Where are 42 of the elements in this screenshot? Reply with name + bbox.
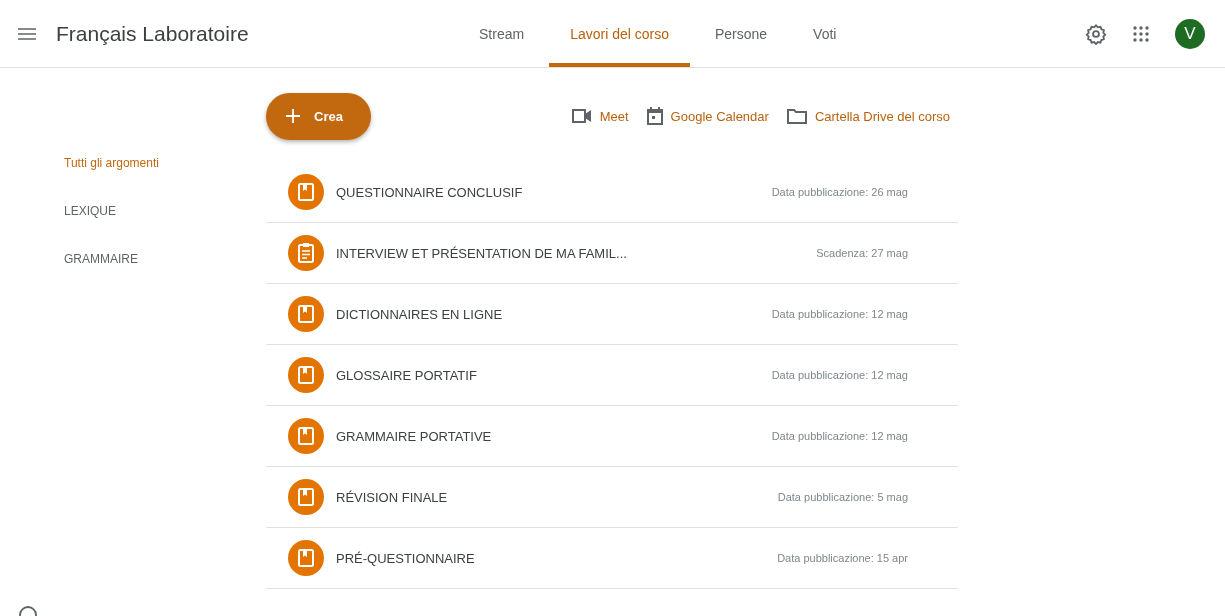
book-icon xyxy=(288,418,324,454)
item-title[interactable]: DICTIONNAIRES EN LIGNE xyxy=(336,306,503,322)
book-icon xyxy=(288,357,324,393)
clipboard-icon xyxy=(288,235,324,271)
plus-icon xyxy=(286,109,300,123)
topic-link[interactable]: LEXIQUE xyxy=(64,204,266,218)
item-title[interactable]: PRÉ-QUESTIONNAIRE xyxy=(336,550,475,566)
menu-icon[interactable] xyxy=(18,27,36,40)
topic-link[interactable]: GRAMMAIRE xyxy=(64,252,266,266)
nav-tab[interactable]: Voti xyxy=(792,0,858,67)
item-date: Data pubblicazione: 12 mag xyxy=(771,430,908,442)
nav-tab[interactable]: Persone xyxy=(693,0,789,67)
book-icon xyxy=(288,479,324,515)
item-date: Data pubblicazione: 26 mag xyxy=(771,186,908,198)
item-date: Data pubblicazione: 12 mag xyxy=(771,308,908,320)
toolbar-link[interactable]: Google Calendar xyxy=(646,107,769,125)
item-title[interactable]: GLOSSAIRE PORTATIF xyxy=(336,367,477,383)
avatar[interactable]: V xyxy=(1175,18,1205,49)
toolbar-link[interactable]: Cartella Drive del corso xyxy=(786,107,950,125)
item-title[interactable]: INTERVIEW ET PRÉSENTATION DE MA FAMIL... xyxy=(336,245,627,261)
book-icon xyxy=(288,296,324,332)
item-title[interactable]: RÉVISION FINALE xyxy=(336,489,448,505)
help-icon[interactable] xyxy=(19,606,37,616)
item-date: Data pubblicazione: 15 apr xyxy=(777,552,908,564)
book-icon xyxy=(288,174,324,210)
topic-link[interactable]: Tutti gli argomenti xyxy=(64,156,266,170)
create-button[interactable]: Crea xyxy=(266,92,371,140)
nav-tab[interactable]: Stream xyxy=(458,0,546,67)
settings-icon[interactable] xyxy=(1085,22,1107,45)
class-title: Français Laboratoire xyxy=(56,21,249,46)
calendar-icon xyxy=(646,107,663,125)
toolbar-link[interactable]: Meet xyxy=(571,107,629,125)
nav-tab[interactable]: Lavori del corso xyxy=(549,0,690,67)
apps-icon[interactable] xyxy=(1133,25,1149,42)
video-camera-icon xyxy=(571,108,592,124)
book-icon xyxy=(288,540,324,576)
item-date: Scadenza: 27 mag xyxy=(816,247,908,259)
folder-icon xyxy=(786,108,807,124)
item-date: Data pubblicazione: 5 mag xyxy=(777,491,908,503)
item-date: Data pubblicazione: 12 mag xyxy=(771,369,908,381)
item-title[interactable]: GRAMMAIRE PORTATIVE xyxy=(336,428,492,444)
item-title[interactable]: QUESTIONNAIRE CONCLUSIF xyxy=(336,184,523,200)
